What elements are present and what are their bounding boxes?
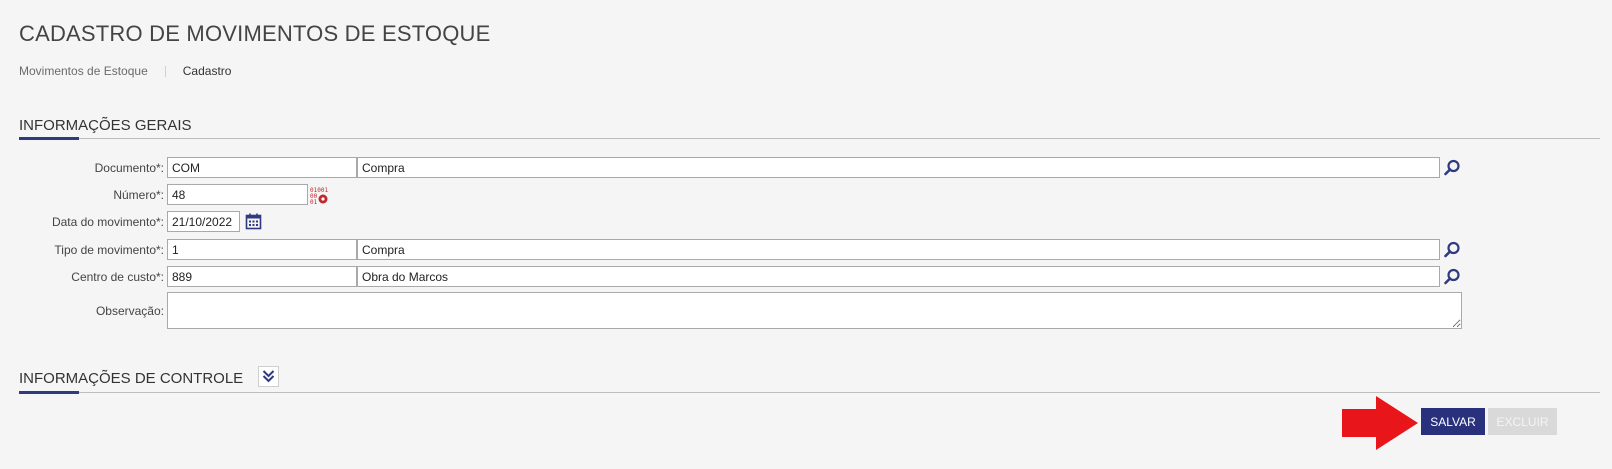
breadcrumb: Movimentos de Estoque Cadastro <box>19 64 231 78</box>
page-title: CADASTRO DE MOVIMENTOS DE ESTOQUE <box>19 21 491 46</box>
double-chevron-down-icon[interactable] <box>257 366 279 388</box>
documento-row: Documento*: <box>0 157 1463 178</box>
section-general-title: INFORMAÇÕES GERAIS <box>19 117 192 135</box>
tipo-code-input[interactable] <box>167 239 357 260</box>
observacao-row: Observação: <box>0 292 1462 329</box>
calendar-icon[interactable] <box>242 211 264 233</box>
data-label: Data do movimento*: <box>51 214 164 229</box>
delete-button[interactable]: EXCLUIR <box>1488 408 1557 435</box>
centro-label: Centro de custo*: <box>71 269 164 284</box>
documento-description-input[interactable] <box>357 157 1440 178</box>
section-accent-line <box>19 391 79 394</box>
data-movimento-input[interactable] <box>167 211 240 232</box>
number-generator-icon[interactable]: 01001 00 01 <box>308 184 330 206</box>
breadcrumb-current: Cadastro <box>182 64 232 78</box>
documento-label: Documento*: <box>94 160 164 175</box>
numero-row: Número*: 01001 00 01 <box>0 184 330 205</box>
tipo-row: Tipo de movimento*: <box>0 239 1463 260</box>
centro-row: Centro de custo*: <box>0 266 1463 287</box>
numero-input[interactable] <box>167 184 308 205</box>
svg-text:01: 01 <box>310 199 318 205</box>
search-icon[interactable] <box>1441 266 1463 288</box>
data-row: Data do movimento*: <box>0 211 264 232</box>
observacao-textarea[interactable] <box>167 292 1462 329</box>
arrow-right-icon <box>1342 396 1418 450</box>
section-general-header: INFORMAÇÕES GERAIS <box>19 117 1600 140</box>
section-accent-line <box>19 137 79 140</box>
tipo-description-input[interactable] <box>357 239 1440 260</box>
documento-code-input[interactable] <box>167 157 357 178</box>
section-control-title: INFORMAÇÕES DE CONTROLE <box>19 370 244 388</box>
breadcrumb-separator <box>164 65 166 77</box>
centro-description-input[interactable] <box>357 266 1440 287</box>
centro-code-input[interactable] <box>167 266 357 287</box>
tipo-label: Tipo de movimento*: <box>54 242 164 257</box>
save-button[interactable]: SALVAR <box>1421 408 1485 435</box>
numero-label: Número*: <box>113 187 164 202</box>
search-icon[interactable] <box>1441 157 1463 179</box>
observacao-label: Observação: <box>95 303 164 318</box>
breadcrumb-parent-link[interactable]: Movimentos de Estoque <box>19 64 148 78</box>
section-control-header: INFORMAÇÕES DE CONTROLE <box>19 366 1600 394</box>
search-icon[interactable] <box>1441 239 1463 261</box>
